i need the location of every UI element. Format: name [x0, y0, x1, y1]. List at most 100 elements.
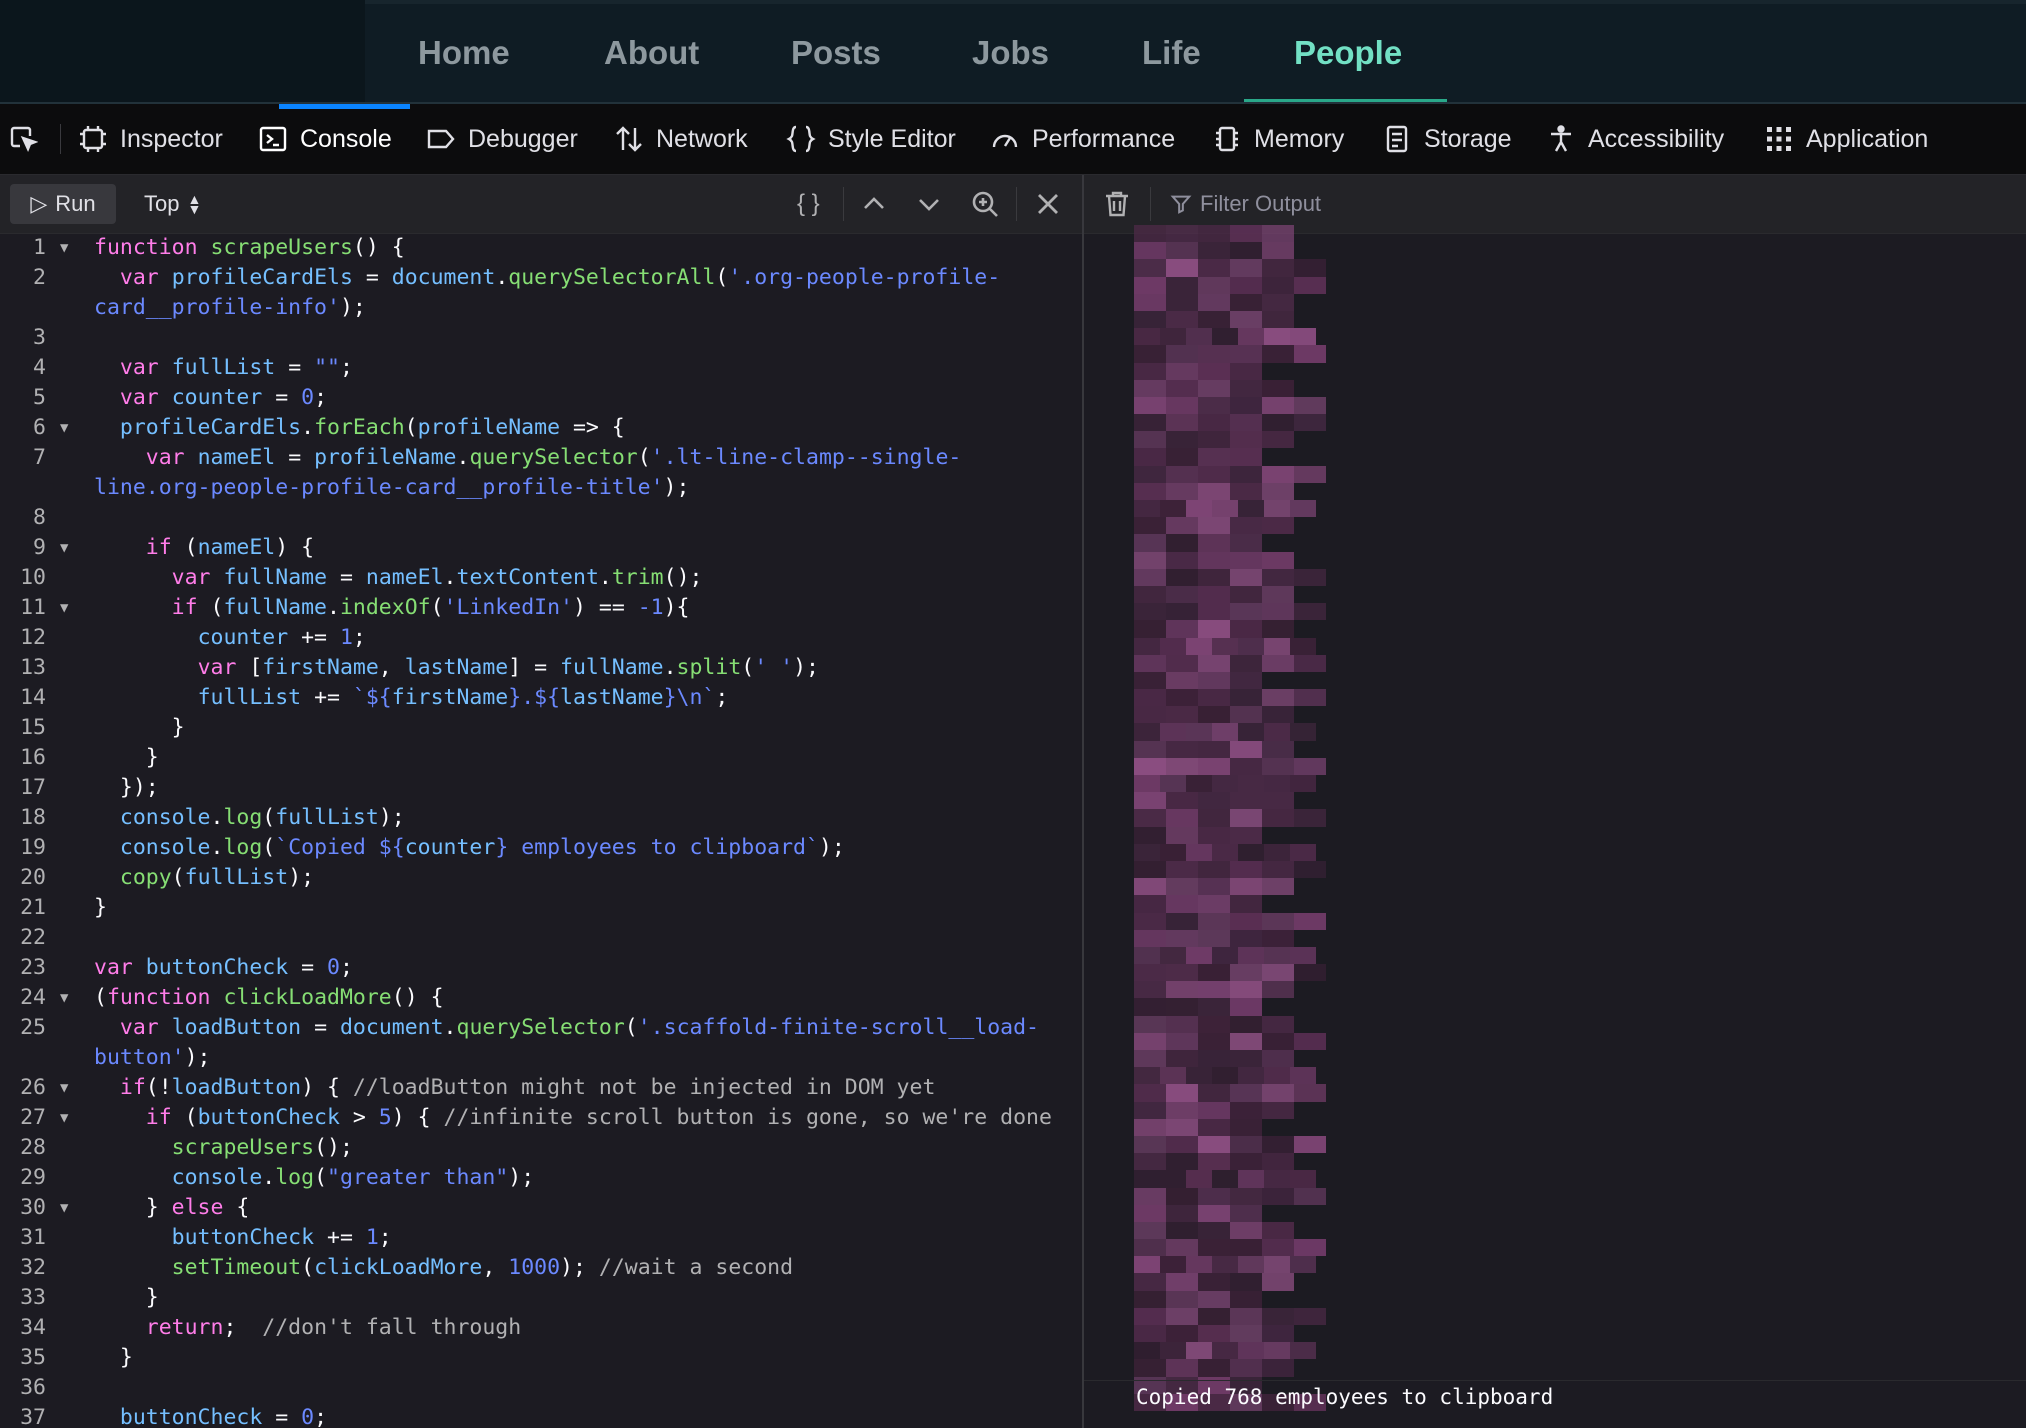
code-line[interactable]: 9 ▼ if (nameEl) {: [0, 533, 1082, 563]
code-line[interactable]: 37 buttonCheck = 0;: [0, 1403, 1082, 1428]
fold-triangle-icon[interactable]: ▼: [60, 413, 68, 443]
code-line[interactable]: 1 ▼ function scrapeUsers() {: [0, 233, 1082, 263]
chevron-down-icon[interactable]: [914, 189, 944, 219]
tab-debugger[interactable]: Debugger: [426, 104, 578, 174]
code-line[interactable]: 19 console.log(`Copied ${counter} employ…: [0, 833, 1082, 863]
code-text: var fullName = nameEl.textContent.trim()…: [171, 565, 703, 590]
redacted-output-row: [1134, 723, 1382, 741]
code-line[interactable]: 20 copy(fullList);: [0, 863, 1082, 893]
element-picker-button[interactable]: [8, 104, 38, 174]
redacted-output-row: [1134, 276, 1382, 294]
code-text: });: [94, 775, 159, 800]
fold-triangle-icon[interactable]: ▼: [60, 593, 68, 623]
fold-triangle-icon[interactable]: ▼: [60, 233, 68, 263]
console-editor-pane: ▷ Run Top ▲ ▼ { } 1 ▼ function scrapeUsers(…: [0, 175, 1082, 1428]
nav-link-posts[interactable]: Posts: [791, 34, 881, 72]
code-line[interactable]: 28 scrapeUsers();: [0, 1133, 1082, 1163]
code-line[interactable]: 29 console.log("greater than");: [0, 1163, 1082, 1193]
tab-memory[interactable]: Memory: [1212, 104, 1344, 174]
line-number: 34: [20, 1315, 46, 1340]
code-line[interactable]: 26 ▼ if(!loadButton) { //loadButton might…: [0, 1073, 1082, 1103]
code-line[interactable]: 23 var buttonCheck = 0;: [0, 953, 1082, 983]
fold-triangle-icon[interactable]: ▼: [60, 1193, 68, 1223]
code-text: }: [94, 895, 107, 920]
tab-network[interactable]: Network: [614, 104, 748, 174]
code-text: profileCardEls.forEach(profileName => {: [119, 415, 625, 440]
run-button[interactable]: ▷ Run: [10, 184, 116, 224]
redacted-output-row: [1134, 1067, 1382, 1085]
code-line[interactable]: 10 var fullName = nameEl.textContent.tri…: [0, 563, 1082, 593]
tab-performance[interactable]: Performance: [990, 104, 1175, 174]
code-line[interactable]: 21}: [0, 893, 1082, 923]
code-line[interactable]: 24 ▼ (function clickLoadMore() {: [0, 983, 1082, 1013]
code-line[interactable]: 4 var fullList = "";: [0, 353, 1082, 383]
close-editor-icon[interactable]: [1033, 189, 1063, 219]
code-line[interactable]: 11 ▼ if (fullName.indexOf('LinkedIn') == …: [0, 593, 1082, 623]
code-line[interactable]: 14 fullList += `${firstName}.${lastName}…: [0, 683, 1082, 713]
fold-triangle-icon[interactable]: ▼: [60, 1103, 68, 1133]
chevron-up-icon[interactable]: [859, 189, 889, 219]
code-line[interactable]: 8: [0, 503, 1082, 533]
code-editor[interactable]: 1 ▼ function scrapeUsers() {2 var profileC…: [0, 233, 1082, 1428]
tab-style-editor[interactable]: Style Editor: [786, 104, 956, 174]
code-line[interactable]: 35 }: [0, 1343, 1082, 1373]
nav-link-home[interactable]: Home: [418, 34, 510, 72]
code-line[interactable]: 13 var [firstName, lastName] = fullName.…: [0, 653, 1082, 683]
output-divider: [1084, 1380, 2026, 1381]
code-line[interactable]: 17 });: [0, 773, 1082, 803]
line-number: 1: [33, 235, 46, 260]
pretty-print-button[interactable]: { }: [797, 189, 827, 219]
code-line[interactable]: 36: [0, 1373, 1082, 1403]
code-line[interactable]: 34 return; //don't fall through: [0, 1313, 1082, 1343]
code-line[interactable]: 15 }: [0, 713, 1082, 743]
code-line[interactable]: 3: [0, 323, 1082, 353]
element-picker-icon: [10, 126, 38, 153]
nav-link-people[interactable]: People: [1294, 34, 1402, 72]
code-line[interactable]: 12 counter += 1;: [0, 623, 1082, 653]
tab-label: Performance: [1032, 124, 1176, 153]
filter-output-input[interactable]: Filter Output: [1170, 191, 1321, 217]
redacted-output-row: [1134, 328, 1382, 346]
code-line[interactable]: 2 var profileCardEls = document.querySel…: [0, 263, 1082, 323]
redacted-output-row: [1134, 1325, 1382, 1343]
tab-accessibility[interactable]: Accessibility: [1546, 104, 1724, 174]
code-line[interactable]: 16 }: [0, 743, 1082, 773]
redacted-output-row: [1134, 225, 1382, 243]
trash-icon[interactable]: [1102, 189, 1132, 219]
code-line[interactable]: 30 ▼ } else {: [0, 1193, 1082, 1223]
code-line[interactable]: 31 buttonCheck += 1;: [0, 1223, 1082, 1253]
accessibility-icon: [1551, 125, 1571, 152]
redacted-output-row: [1134, 465, 1382, 483]
tab-storage[interactable]: Storage: [1382, 104, 1512, 174]
fold-triangle-icon[interactable]: ▼: [60, 533, 68, 563]
context-selector[interactable]: Top ▲ ▼: [144, 191, 201, 217]
tab-label: Console: [300, 124, 392, 153]
code-line[interactable]: 32 setTimeout(clickLoadMore, 1000); //wa…: [0, 1253, 1082, 1283]
code-line[interactable]: 33 }: [0, 1283, 1082, 1313]
tab-console[interactable]: Console: [258, 104, 392, 174]
code-line[interactable]: 6 ▼ profileCardEls.forEach(profileName =>…: [0, 413, 1082, 443]
line-number: 21: [20, 895, 46, 920]
redacted-output-row: [1134, 689, 1382, 707]
nav-link-jobs[interactable]: Jobs: [972, 34, 1049, 72]
fold-triangle-icon[interactable]: ▼: [60, 983, 68, 1013]
code-line[interactable]: 18 console.log(fullList);: [0, 803, 1082, 833]
tab-inspector[interactable]: Inspector: [78, 104, 223, 174]
code-text: copy(fullList);: [119, 865, 315, 890]
redacted-output-row: [1134, 310, 1382, 329]
code-line[interactable]: 5 var counter = 0;: [0, 383, 1082, 413]
reverse-search-icon[interactable]: [970, 189, 1000, 219]
context-label: Top: [144, 191, 180, 216]
code-line[interactable]: 25 var loadButton = document.querySelect…: [0, 1013, 1082, 1073]
code-line[interactable]: 22: [0, 923, 1082, 953]
tab-label: Accessibility: [1588, 124, 1725, 153]
fold-triangle-icon[interactable]: ▼: [60, 1073, 68, 1103]
nav-link-about[interactable]: About: [604, 34, 699, 72]
code-line[interactable]: 27 ▼ if (buttonCheck > 5) { //infinite sc…: [0, 1103, 1082, 1133]
code-line[interactable]: 7 var nameEl = profileName.querySelector…: [0, 443, 1082, 503]
redacted-output-row: [1134, 1170, 1382, 1188]
tab-application[interactable]: Application: [1764, 104, 1928, 174]
nav-link-life[interactable]: Life: [1142, 34, 1201, 72]
active-tab-indicator: [279, 104, 410, 109]
redacted-output-row: [1134, 517, 1382, 535]
